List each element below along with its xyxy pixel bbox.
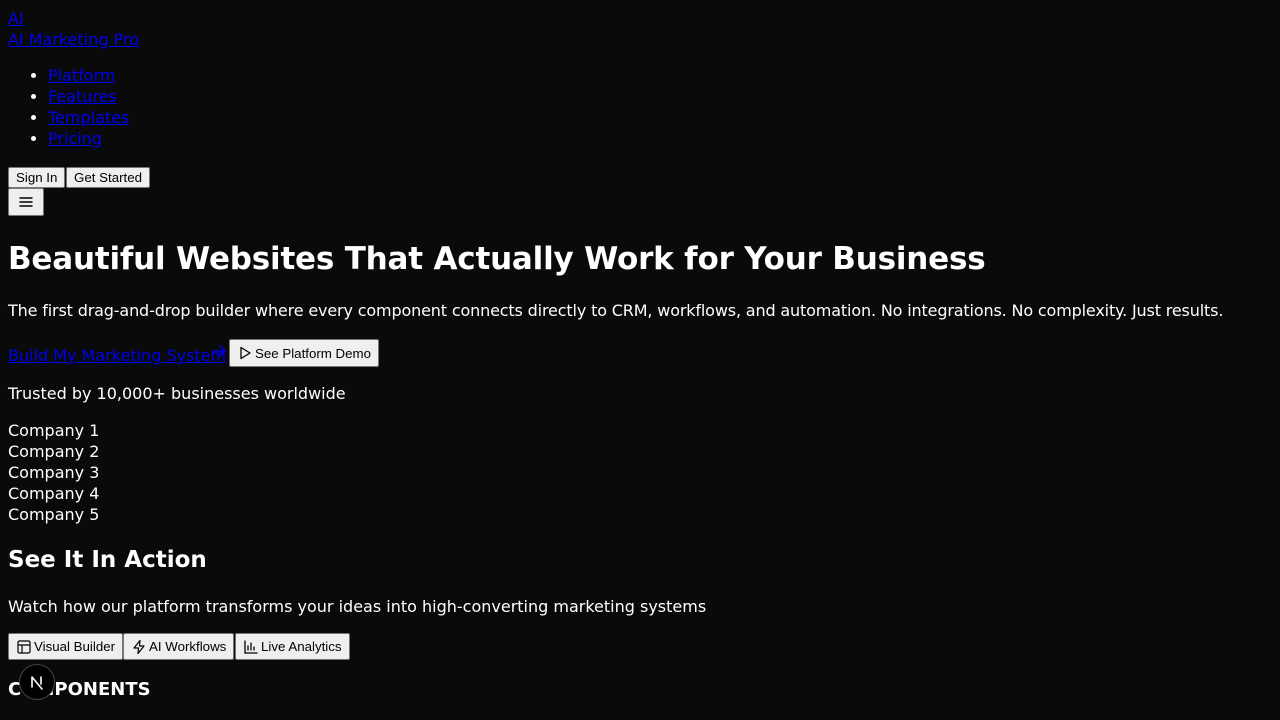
demo-section-subtitle: Watch how our platform transforms your i… <box>8 597 707 616</box>
company-item: Company 4 <box>8 484 100 503</box>
nav-link-pricing[interactable]: Pricing <box>48 129 102 148</box>
get-started-button[interactable]: Get Started <box>66 167 150 188</box>
company-item: Company 5 <box>8 505 100 524</box>
mobile-menu-button[interactable] <box>8 188 44 216</box>
menu-icon <box>19 197 33 207</box>
trusted-text: Trusted by 10,000+ businesses worldwide <box>8 384 346 403</box>
nav-item-templates: Templates <box>48 107 129 128</box>
hero-title: Beautiful Websites That Actually Work fo… <box>8 241 986 277</box>
build-system-link[interactable]: Build My Marketing System <box>8 345 226 366</box>
bar-chart-icon <box>244 639 258 654</box>
tab-ai-workflows-label: AI Workflows <box>149 639 227 654</box>
zap-icon <box>133 639 145 654</box>
brand-link[interactable]: AI Marketing Pro <box>8 29 139 50</box>
demo-section-title: See It In Action <box>8 547 207 573</box>
nav-item-features: Features <box>48 86 129 107</box>
play-icon <box>240 346 251 360</box>
sign-in-button[interactable]: Sign In <box>8 167 66 188</box>
company-item: Company 2 <box>8 442 100 461</box>
tab-ai-workflows[interactable]: AI Workflows <box>123 633 235 660</box>
nav-item-pricing: Pricing <box>48 128 129 149</box>
nav-link-features[interactable]: Features <box>48 87 117 106</box>
tab-live-analytics-label: Live Analytics <box>261 639 342 654</box>
tab-visual-builder-label: Visual Builder <box>34 639 116 654</box>
hero-subtitle: The first drag-and-drop builder where ev… <box>8 301 1224 320</box>
see-demo-label: See Platform Demo <box>255 345 372 361</box>
nav-link-templates[interactable]: Templates <box>48 108 129 127</box>
get-started-label: Get Started <box>74 170 142 185</box>
nav-link-platform[interactable]: Platform <box>48 66 115 85</box>
arrow-right-icon <box>212 345 226 357</box>
sign-in-label: Sign In <box>16 170 58 185</box>
next-logo-icon <box>31 676 43 690</box>
company-list: Company 1 Company 2 Company 3 Company 4 … <box>8 420 99 525</box>
page: AI AI Marketing Pro Platform Features Te… <box>0 0 1280 720</box>
main-nav: Platform Features Templates Pricing <box>8 65 129 149</box>
logo-mark-link[interactable]: AI <box>8 8 24 29</box>
tab-visual-builder[interactable]: Visual Builder <box>8 633 124 660</box>
nav-item-platform: Platform <box>48 65 129 86</box>
see-demo-button[interactable]: See Platform Demo <box>229 339 380 367</box>
tab-live-analytics[interactable]: Live Analytics <box>235 633 350 660</box>
layout-icon <box>17 639 31 654</box>
next-dev-badge[interactable] <box>19 664 55 700</box>
company-item: Company 3 <box>8 463 100 482</box>
company-item: Company 1 <box>8 421 100 440</box>
